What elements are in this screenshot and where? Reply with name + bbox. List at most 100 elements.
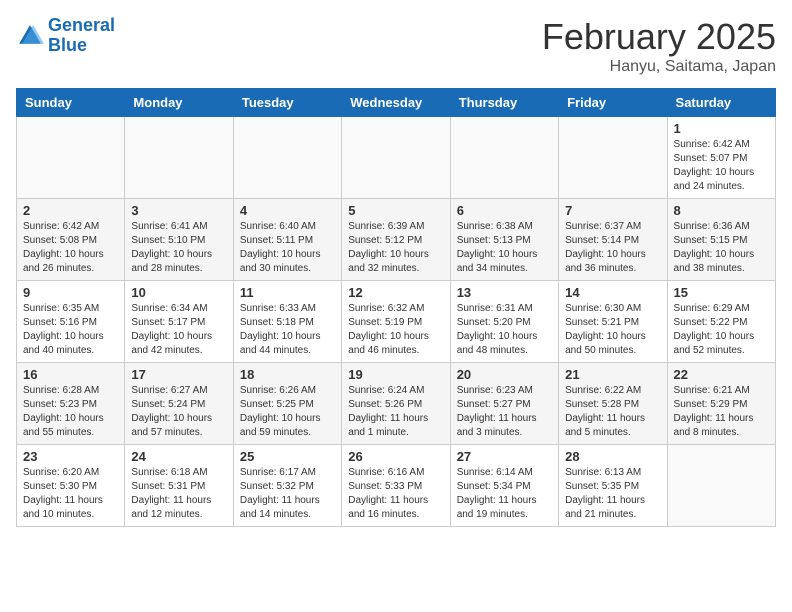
day-info: Sunrise: 6:23 AM Sunset: 5:27 PM Dayligh…	[457, 384, 552, 440]
calendar-cell: 16 Sunrise: 6:28 AM Sunset: 5:23 PM Dayli…	[17, 363, 125, 445]
day-info: Sunrise: 6:30 AM Sunset: 5:21 PM Dayligh…	[565, 302, 660, 358]
day-info: Sunrise: 6:16 AM Sunset: 5:33 PM Dayligh…	[348, 466, 443, 522]
calendar-cell: 25 Sunrise: 6:17 AM Sunset: 5:32 PM Dayli…	[233, 445, 341, 527]
weekday-header-thursday: Thursday	[450, 89, 558, 117]
day-info: Sunrise: 6:34 AM Sunset: 5:17 PM Dayligh…	[131, 302, 226, 358]
day-info: Sunrise: 6:35 AM Sunset: 5:16 PM Dayligh…	[23, 302, 118, 358]
day-number: 20	[457, 367, 552, 382]
day-info: Sunrise: 6:42 AM Sunset: 5:07 PM Dayligh…	[674, 138, 769, 194]
calendar-cell: 7 Sunrise: 6:37 AM Sunset: 5:14 PM Daylig…	[559, 199, 667, 281]
location-title: Hanyu, Saitama, Japan	[542, 58, 776, 76]
calendar-cell: 5Sunrise: 6:39 AM Sunset: 5:12 PM Daylig…	[342, 199, 450, 281]
day-info: Sunrise: 6:21 AM Sunset: 5:29 PM Dayligh…	[674, 384, 769, 440]
day-number: 10	[131, 285, 226, 300]
calendar-cell: 1 Sunrise: 6:42 AM Sunset: 5:07 PM Daylig…	[667, 117, 775, 199]
day-info: Sunrise: 6:22 AM Sunset: 5:28 PM Dayligh…	[565, 384, 660, 440]
calendar-cell: 23 Sunrise: 6:20 AM Sunset: 5:30 PM Dayli…	[17, 445, 125, 527]
day-info: Sunrise: 6:26 AM Sunset: 5:25 PM Dayligh…	[240, 384, 335, 440]
calendar-cell: 11 Sunrise: 6:33 AM Sunset: 5:18 PM Dayli…	[233, 281, 341, 363]
page-header: General Blue February 2025 Hanyu, Saitam…	[16, 16, 776, 76]
calendar-cell: 20 Sunrise: 6:23 AM Sunset: 5:27 PM Dayli…	[450, 363, 558, 445]
day-number: 17	[131, 367, 226, 382]
calendar-week-2: 2Sunrise: 6:42 AM Sunset: 5:08 PM Daylig…	[17, 199, 776, 281]
calendar-cell	[342, 117, 450, 199]
day-number: 25	[240, 449, 335, 464]
calendar-cell: 6Sunrise: 6:38 AM Sunset: 5:13 PM Daylig…	[450, 199, 558, 281]
day-number: 6	[457, 203, 552, 218]
calendar-cell	[233, 117, 341, 199]
day-info: Sunrise: 6:20 AM Sunset: 5:30 PM Dayligh…	[23, 466, 118, 522]
day-info: Sunrise: 6:36 AM Sunset: 5:15 PM Dayligh…	[674, 220, 769, 276]
weekday-header-row: SundayMondayTuesdayWednesdayThursdayFrid…	[17, 89, 776, 117]
calendar-cell	[559, 117, 667, 199]
day-number: 8	[674, 203, 769, 218]
weekday-header-saturday: Saturday	[667, 89, 775, 117]
day-info: Sunrise: 6:29 AM Sunset: 5:22 PM Dayligh…	[674, 302, 769, 358]
day-info: Sunrise: 6:27 AM Sunset: 5:24 PM Dayligh…	[131, 384, 226, 440]
day-info: Sunrise: 6:42 AM Sunset: 5:08 PM Dayligh…	[23, 220, 118, 276]
day-number: 21	[565, 367, 660, 382]
calendar-cell: 15 Sunrise: 6:29 AM Sunset: 5:22 PM Dayli…	[667, 281, 775, 363]
weekday-header-sunday: Sunday	[17, 89, 125, 117]
calendar-cell: 21 Sunrise: 6:22 AM Sunset: 5:28 PM Dayli…	[559, 363, 667, 445]
weekday-header-tuesday: Tuesday	[233, 89, 341, 117]
day-info: Sunrise: 6:32 AM Sunset: 5:19 PM Dayligh…	[348, 302, 443, 358]
day-info: Sunrise: 6:18 AM Sunset: 5:31 PM Dayligh…	[131, 466, 226, 522]
calendar-week-1: 1 Sunrise: 6:42 AM Sunset: 5:07 PM Daylig…	[17, 117, 776, 199]
calendar-week-3: 9 Sunrise: 6:35 AM Sunset: 5:16 PM Daylig…	[17, 281, 776, 363]
day-info: Sunrise: 6:24 AM Sunset: 5:26 PM Dayligh…	[348, 384, 443, 440]
day-info: Sunrise: 6:33 AM Sunset: 5:18 PM Dayligh…	[240, 302, 335, 358]
day-info: Sunrise: 6:17 AM Sunset: 5:32 PM Dayligh…	[240, 466, 335, 522]
calendar-cell: 8 Sunrise: 6:36 AM Sunset: 5:15 PM Daylig…	[667, 199, 775, 281]
day-number: 3	[131, 203, 226, 218]
weekday-header-wednesday: Wednesday	[342, 89, 450, 117]
day-number: 9	[23, 285, 118, 300]
calendar-cell: 19Sunrise: 6:24 AM Sunset: 5:26 PM Dayli…	[342, 363, 450, 445]
calendar-cell: 10 Sunrise: 6:34 AM Sunset: 5:17 PM Dayli…	[125, 281, 233, 363]
weekday-header-monday: Monday	[125, 89, 233, 117]
day-info: Sunrise: 6:28 AM Sunset: 5:23 PM Dayligh…	[23, 384, 118, 440]
day-info: Sunrise: 6:40 AM Sunset: 5:11 PM Dayligh…	[240, 220, 335, 276]
calendar-cell: 24Sunrise: 6:18 AM Sunset: 5:31 PM Dayli…	[125, 445, 233, 527]
weekday-header-friday: Friday	[559, 89, 667, 117]
title-block: February 2025 Hanyu, Saitama, Japan	[542, 16, 776, 76]
calendar-cell	[17, 117, 125, 199]
day-number: 22	[674, 367, 769, 382]
calendar-cell: 17 Sunrise: 6:27 AM Sunset: 5:24 PM Dayli…	[125, 363, 233, 445]
day-number: 14	[565, 285, 660, 300]
day-number: 15	[674, 285, 769, 300]
day-number: 7	[565, 203, 660, 218]
calendar-cell: 13Sunrise: 6:31 AM Sunset: 5:20 PM Dayli…	[450, 281, 558, 363]
day-number: 1	[674, 121, 769, 136]
day-info: Sunrise: 6:41 AM Sunset: 5:10 PM Dayligh…	[131, 220, 226, 276]
day-number: 11	[240, 285, 335, 300]
logo-icon	[16, 22, 44, 50]
calendar-cell: 27Sunrise: 6:14 AM Sunset: 5:34 PM Dayli…	[450, 445, 558, 527]
day-number: 27	[457, 449, 552, 464]
day-number: 26	[348, 449, 443, 464]
calendar-cell: 9 Sunrise: 6:35 AM Sunset: 5:16 PM Daylig…	[17, 281, 125, 363]
day-number: 23	[23, 449, 118, 464]
day-number: 13	[457, 285, 552, 300]
calendar-cell: 26 Sunrise: 6:16 AM Sunset: 5:33 PM Dayli…	[342, 445, 450, 527]
calendar-cell: 12 Sunrise: 6:32 AM Sunset: 5:19 PM Dayli…	[342, 281, 450, 363]
day-info: Sunrise: 6:13 AM Sunset: 5:35 PM Dayligh…	[565, 466, 660, 522]
calendar-cell: 3 Sunrise: 6:41 AM Sunset: 5:10 PM Daylig…	[125, 199, 233, 281]
day-number: 16	[23, 367, 118, 382]
calendar-cell: 4Sunrise: 6:40 AM Sunset: 5:11 PM Daylig…	[233, 199, 341, 281]
calendar-cell: 18 Sunrise: 6:26 AM Sunset: 5:25 PM Dayli…	[233, 363, 341, 445]
calendar-cell: 22 Sunrise: 6:21 AM Sunset: 5:29 PM Dayli…	[667, 363, 775, 445]
calendar-cell: 2Sunrise: 6:42 AM Sunset: 5:08 PM Daylig…	[17, 199, 125, 281]
month-title: February 2025	[542, 16, 776, 58]
calendar-week-4: 16 Sunrise: 6:28 AM Sunset: 5:23 PM Dayli…	[17, 363, 776, 445]
logo: General Blue	[16, 16, 115, 56]
day-number: 12	[348, 285, 443, 300]
day-number: 5	[348, 203, 443, 218]
calendar-cell: 14 Sunrise: 6:30 AM Sunset: 5:21 PM Dayli…	[559, 281, 667, 363]
calendar-cell: 28Sunrise: 6:13 AM Sunset: 5:35 PM Dayli…	[559, 445, 667, 527]
logo-text: General Blue	[48, 16, 115, 56]
calendar-cell	[450, 117, 558, 199]
day-info: Sunrise: 6:37 AM Sunset: 5:14 PM Dayligh…	[565, 220, 660, 276]
day-number: 18	[240, 367, 335, 382]
calendar-cell	[667, 445, 775, 527]
